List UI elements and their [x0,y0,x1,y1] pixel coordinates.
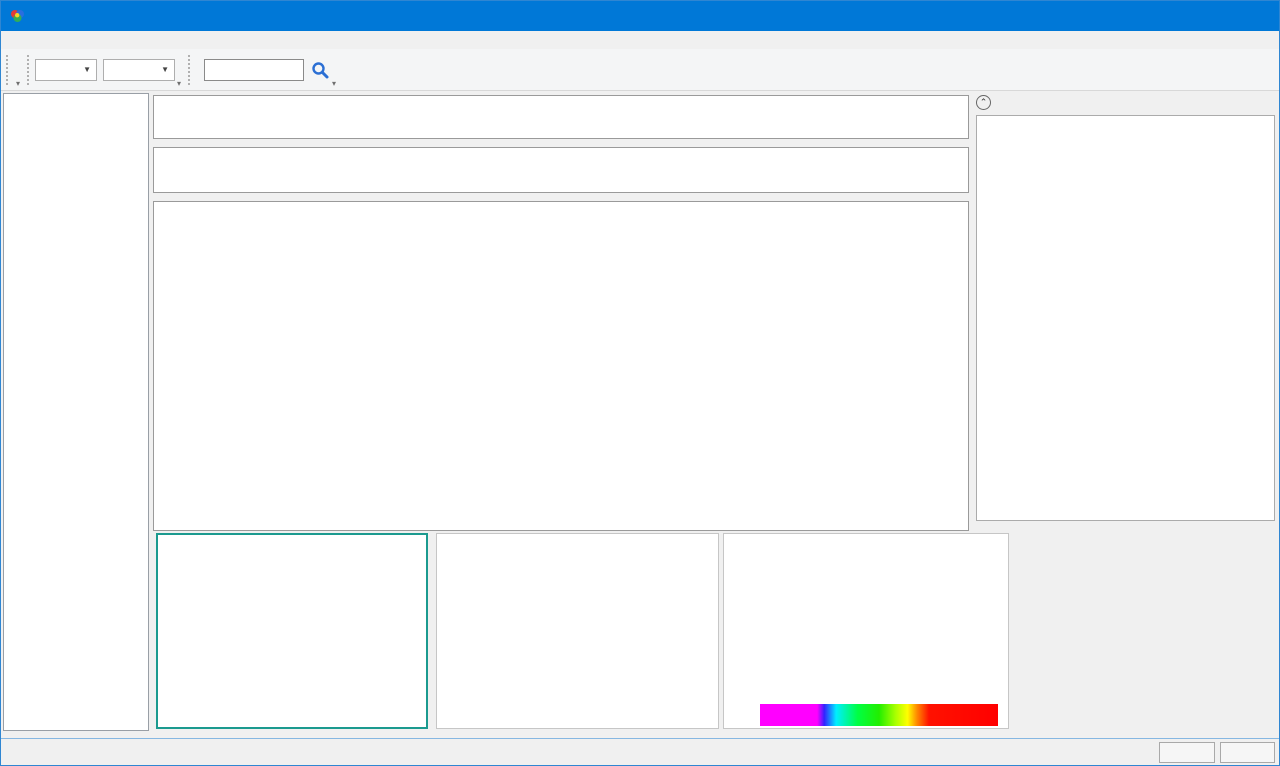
toolbar-overflow-icon[interactable]: ▾ [332,80,336,88]
toolbar-grip[interactable] [6,55,11,85]
chevron-down-icon: ▼ [83,65,91,74]
toolbar: ▾ ▼ ▼ ▾ ▾ [1,49,1279,91]
maximize-button[interactable] [1187,1,1233,31]
close-button[interactable] [1233,1,1279,31]
delta-ab-scatter-chart[interactable] [156,533,428,729]
toolbar-grip[interactable] [27,55,32,85]
status-bar [1,738,1279,765]
sample-table [153,201,969,531]
collapse-panel-icon[interactable]: ⌃ [976,95,991,110]
spectrum-color-bar [760,704,998,726]
toolbar-grip[interactable] [188,55,193,85]
status-grip-cell [1220,742,1275,763]
tolerance-table [153,95,969,139]
toolbar-overflow-icon[interactable]: ▾ [16,80,20,88]
illuminant-observer-select[interactable]: ▼ [103,59,175,81]
search-input[interactable] [204,59,304,81]
chevron-down-icon: ▼ [161,65,169,74]
app-logo-icon [9,8,25,24]
reflectance-chart[interactable] [723,533,1009,729]
sci-sce-select[interactable]: ▼ [35,59,97,81]
diff-panel-body [976,115,1275,521]
title-bar [1,1,1279,31]
toolbar-overflow-icon[interactable]: ▾ [177,80,181,88]
sample-tree [3,93,149,731]
auto-button[interactable] [1159,742,1215,763]
lab-colorspace-chart[interactable] [1013,533,1279,729]
search-icon[interactable] [310,60,330,80]
minimize-button[interactable] [1141,1,1187,31]
delta-e-trend-chart[interactable] [436,533,719,729]
menu-bar [1,31,1279,49]
standard-table [153,147,969,193]
app-window: ▾ ▼ ▼ ▾ ▾ ⌃ [0,0,1280,766]
color-difference-panel: ⌃ [974,91,1277,523]
